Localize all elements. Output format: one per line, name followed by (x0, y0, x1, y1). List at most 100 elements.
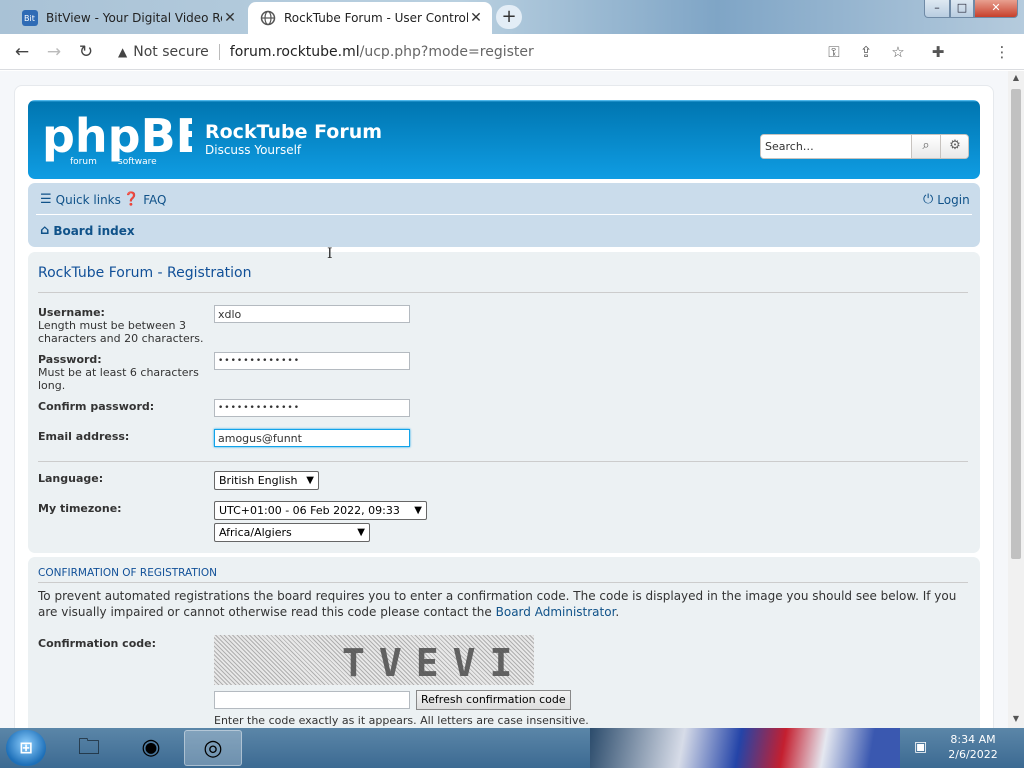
file-explorer-icon[interactable]: 🗀 (60, 730, 118, 766)
search-input[interactable] (761, 135, 911, 158)
confirmation-code-field[interactable] (214, 691, 410, 709)
chrome-icon[interactable]: ◎ (184, 730, 242, 766)
system-clock[interactable]: 8:34 AM 2/6/2022 (940, 732, 1006, 762)
confirmation-panel: CONFIRMATION OF REGISTRATION To prevent … (28, 557, 980, 728)
url-text[interactable]: forum.rocktube.ml/ucp.php?mode=register (230, 44, 534, 60)
svg-text:Bit: Bit (24, 14, 35, 23)
forum-navbar: ☰ Quick links ❓ FAQ ⏻ Login ⌂ Board inde… (28, 183, 980, 247)
site-title[interactable]: RockTube Forum (205, 121, 382, 143)
reload-icon[interactable]: ↻ (76, 42, 96, 62)
board-admin-link[interactable]: Board Administrator (496, 605, 616, 619)
email-field[interactable]: amogus@funnt (214, 429, 410, 447)
search-icon: ⌕ (922, 138, 930, 153)
minimize-window-button[interactable]: – (924, 0, 950, 18)
page-viewport: phpBB forum software RockTube Forum Disc… (0, 71, 1008, 728)
start-button[interactable]: ⊞ (6, 730, 46, 766)
refresh-code-button[interactable]: Refresh confirmation code (416, 690, 571, 710)
language-label: Language: (38, 472, 104, 485)
star-bookmark-icon[interactable]: ☆ (888, 42, 908, 62)
scroll-down-icon[interactable]: ▼ (1008, 714, 1024, 723)
extensions-puzzle-icon[interactable]: ✚ (928, 42, 948, 62)
search-box: ⌕ ⚙ (760, 134, 969, 159)
confirmation-text-end: . (615, 605, 620, 619)
browser-toolbar: ← → ↻ ▲ Not secure forum.rocktube.ml/ucp… (0, 34, 1024, 96)
confirmation-hint: Enter the code exactly as it appears. Al… (214, 714, 589, 727)
scroll-up-icon[interactable]: ▲ (1008, 73, 1024, 82)
login-label: Login (937, 192, 970, 207)
svg-text:phpBB: phpBB (42, 112, 192, 163)
address-bar[interactable]: ▲ Not secure forum.rocktube.ml/ucp.php?m… (112, 38, 896, 66)
key-icon[interactable]: ⚿ (824, 42, 844, 62)
confirmation-explain: To prevent automated registrations the b… (38, 588, 968, 620)
confirm-password-field[interactable]: ••••••••••••• (214, 399, 410, 417)
language-select[interactable]: British English ▼ (214, 471, 319, 490)
home-icon: ⌂ (40, 223, 50, 238)
forum-header: phpBB forum software RockTube Forum Disc… (28, 100, 980, 179)
page-scrollbar[interactable]: ▲ ▼ (1008, 71, 1024, 728)
power-icon: ⏻ (923, 192, 934, 207)
timezone-zone-select[interactable]: Africa/Algiers ▼ (214, 523, 370, 542)
forward-arrow-icon[interactable]: → (44, 42, 64, 62)
confirm-password-label: Confirm password: (38, 400, 155, 413)
svg-text:forum: forum (70, 157, 97, 167)
hamburger-icon: ☰ (40, 192, 52, 207)
language-value: British English (219, 474, 298, 487)
question-circle-icon: ❓ (123, 192, 140, 207)
new-tab-button[interactable]: + (496, 5, 522, 29)
firefox-icon[interactable]: ◉ (122, 730, 180, 766)
forum-wrap: phpBB forum software RockTube Forum Disc… (14, 85, 994, 728)
site-description: Discuss Yourself (205, 143, 302, 157)
search-button[interactable]: ⌕ (911, 135, 940, 158)
advanced-search-button[interactable]: ⚙ (940, 135, 968, 158)
captcha-text: TVEVI (342, 641, 527, 685)
close-tab-icon[interactable]: ✕ (468, 10, 484, 26)
registration-panel: RockTube Forum - Registration Username: … (28, 252, 980, 553)
maximize-window-button[interactable]: □ (950, 0, 974, 18)
timezone-offset-select[interactable]: UTC+01:00 - 06 Feb 2022, 09:33 ▼ (214, 501, 427, 520)
bitview-favicon-icon: Bit (22, 10, 38, 26)
quick-links-menu[interactable]: ☰ Quick links (40, 192, 121, 207)
password-explain: Must be at least 6 characters long. (38, 366, 199, 392)
quick-links-label: Quick links (55, 192, 121, 207)
chevron-down-icon: ▼ (357, 527, 365, 538)
username-label: Username: (38, 306, 105, 319)
phpbb-logo[interactable]: phpBB forum software (42, 112, 192, 168)
browser-tab-strip: Bit BitView - Your Digital Video Repo ✕ … (0, 0, 1024, 34)
confirmation-heading: CONFIRMATION OF REGISTRATION (38, 567, 218, 579)
faq-label: FAQ (143, 192, 167, 207)
menu-kebab-icon[interactable]: ⋮ (992, 42, 1012, 62)
network-icon[interactable]: ▣ (914, 739, 927, 755)
login-link[interactable]: ⏻ Login (923, 192, 970, 207)
board-index-label: Board index (53, 223, 135, 238)
confirmation-rule (38, 582, 968, 583)
url-path: /ucp.php?mode=register (359, 44, 534, 60)
clock-date: 2/6/2022 (948, 748, 998, 761)
username-explain: Length must be between 3 characters and … (38, 319, 204, 345)
close-window-button[interactable]: ✕ (974, 0, 1018, 18)
close-tab-icon[interactable]: ✕ (222, 10, 238, 26)
gear-icon: ⚙ (949, 138, 961, 153)
password-label: Password: (38, 353, 102, 366)
warning-triangle-icon[interactable]: ▲ (118, 45, 127, 59)
password-field[interactable]: ••••••••••••• (214, 352, 410, 370)
globe-icon (260, 10, 276, 26)
back-arrow-icon[interactable]: ← (12, 42, 32, 62)
confirmation-code-label: Confirmation code: (38, 637, 156, 650)
svg-text:software: software (118, 157, 157, 167)
email-label: Email address: (38, 430, 130, 443)
tab-rocktube-forum[interactable]: RockTube Forum - User Control P ✕ (248, 2, 492, 34)
faq-link[interactable]: ❓ FAQ (123, 192, 166, 207)
chevron-down-icon: ▼ (414, 505, 422, 516)
board-index-link[interactable]: ⌂ Board index (40, 223, 135, 238)
username-field[interactable]: xdlo (214, 305, 410, 323)
title-rule (38, 292, 968, 293)
security-status[interactable]: Not secure (133, 44, 209, 60)
section-rule (38, 461, 968, 462)
address-separator (218, 44, 220, 60)
tab-bitview[interactable]: Bit BitView - Your Digital Video Repo ✕ (10, 2, 246, 34)
timezone-zone-value: Africa/Algiers (219, 526, 292, 539)
timezone-label: My timezone: (38, 502, 122, 515)
share-icon[interactable]: ⇪ (856, 42, 876, 62)
windows-taskbar: ⊞ 🗀 ◉ ◎ ▣ 8:34 AM 2/6/2022 (0, 728, 1024, 768)
scrollbar-thumb[interactable] (1011, 89, 1021, 559)
